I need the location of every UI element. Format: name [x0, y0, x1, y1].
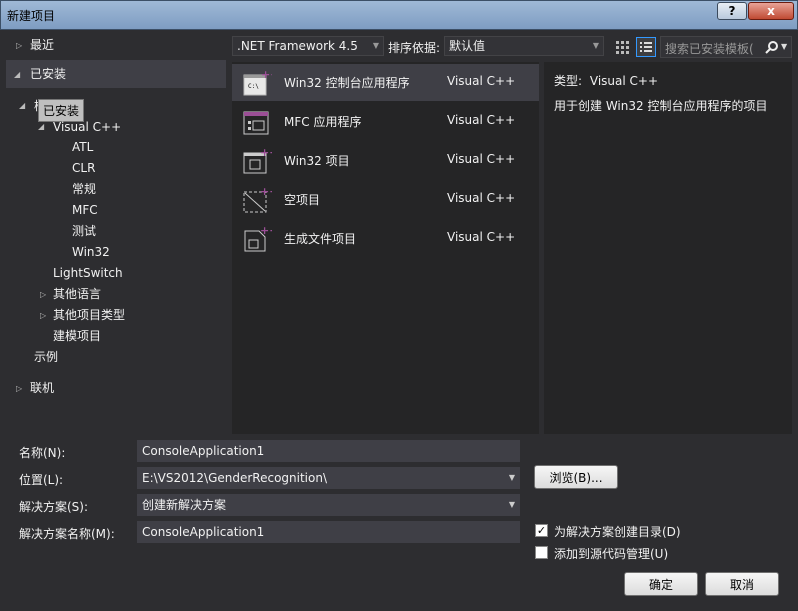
collapse-arrow-icon[interactable]: ◢ — [38, 122, 44, 131]
tree-item-other-project-types[interactable]: 其他项目类型 — [53, 305, 125, 325]
tree-item-online[interactable]: 联机 — [30, 378, 54, 398]
empty-project-icon: ++ — [243, 185, 272, 213]
svg-text:++: ++ — [261, 68, 272, 81]
template-row[interactable]: ++ 生成文件项目 Visual C++ — [232, 220, 539, 257]
tree-item-modeling-projects[interactable]: 建模项目 — [53, 326, 101, 346]
template-name: 生成文件项目 — [284, 232, 357, 246]
collapse-arrow-icon[interactable]: ◢ — [19, 101, 25, 110]
svg-text:++: ++ — [260, 185, 272, 198]
sort-value: 默认值 — [449, 39, 486, 53]
list-icon — [640, 42, 652, 52]
tree-item-recent[interactable]: 最近 — [30, 35, 54, 55]
mfc-app-icon — [243, 111, 269, 135]
tree-item-win32[interactable]: Win32 — [72, 242, 110, 262]
list-view-button[interactable] — [636, 37, 656, 57]
template-language: Visual C++ — [447, 230, 516, 244]
tree-item-installed[interactable]: 已安装 — [30, 64, 66, 84]
chevron-down-icon: ▼ — [372, 41, 379, 50]
solution-name-field[interactable]: ConsoleApplication1 — [137, 521, 520, 543]
tree-item-visual-cpp[interactable]: Visual C++ — [53, 117, 121, 137]
dialog-body: ▷ 最近 ◢ 已安装 ◢ 模板 已安装 ◢ Visual C++ ATL CLR… — [6, 30, 792, 605]
tree-item-lightswitch[interactable]: LightSwitch — [53, 263, 123, 283]
framework-select[interactable]: .NET Framework 4.5 ▼ — [232, 36, 384, 56]
expand-arrow-icon[interactable]: ▷ — [40, 311, 46, 320]
create-directory-checkbox[interactable]: ✓ — [535, 524, 548, 537]
chevron-down-icon[interactable]: ▼ — [509, 495, 515, 515]
window-title: 新建项目 — [7, 9, 56, 23]
template-language: Visual C++ — [447, 74, 516, 88]
tree-item-atl[interactable]: ATL — [72, 137, 93, 157]
chevron-down-icon[interactable]: ▼ — [509, 468, 515, 488]
location-label: 位置(L): — [19, 473, 64, 487]
template-type: 类型: Visual C++ — [554, 72, 658, 89]
location-value: E:\VS2012\GenderRecognition\ — [142, 471, 328, 485]
template-row[interactable]: ++ Win32 项目 Visual C++ — [232, 142, 539, 179]
svg-text:++: ++ — [260, 146, 272, 159]
framework-value: .NET Framework 4.5 — [237, 39, 358, 53]
help-button[interactable]: ? — [717, 2, 747, 20]
title-bar: 新建项目 ? x — [0, 0, 798, 30]
tree-item-mfc[interactable]: MFC — [72, 200, 98, 220]
template-name: Win32 控制台应用程序 — [284, 76, 410, 90]
svg-text:C:\: C:\ — [248, 83, 259, 90]
makefile-project-icon: ++ — [244, 224, 272, 252]
tree-item-test[interactable]: 测试 — [72, 221, 96, 241]
type-label: 类型: — [554, 74, 583, 88]
name-label: 名称(N): — [19, 446, 66, 460]
category-tree: ▷ 最近 ◢ 已安装 ◢ 模板 已安装 ◢ Visual C++ ATL CLR… — [6, 30, 228, 432]
add-source-control-checkbox[interactable] — [535, 546, 548, 559]
template-toolbar: .NET Framework 4.5 ▼ 排序依据: 默认值 ▼ 搜索已安装模板… — [232, 36, 792, 58]
sort-select[interactable]: 默认值 ▼ — [444, 36, 604, 56]
tree-item-general[interactable]: 常规 — [72, 179, 96, 199]
type-value: Visual C++ — [589, 74, 659, 88]
browse-button[interactable]: 浏览(B)... — [534, 465, 618, 489]
search-input[interactable]: 搜索已安装模板( — [665, 40, 754, 57]
solution-label: 解决方案(S): — [19, 500, 89, 514]
tree-item-clr[interactable]: CLR — [72, 158, 95, 178]
chevron-down-icon: ▼ — [592, 41, 599, 50]
template-description: 用于创建 Win32 控制台应用程序的项目 — [554, 99, 768, 113]
template-row[interactable]: MFC 应用程序 Visual C++ — [232, 103, 539, 140]
chevron-down-icon[interactable]: ▼ — [781, 42, 787, 51]
expand-arrow-icon[interactable]: ▷ — [16, 41, 22, 50]
grid-icon — [616, 41, 629, 54]
search-icon[interactable] — [765, 40, 779, 54]
solution-value: 创建新解决方案 — [142, 498, 227, 512]
sort-label: 排序依据: — [388, 41, 441, 55]
template-info-panel: 类型: Visual C++ 用于创建 Win32 控制台应用程序的项目 — [544, 62, 792, 434]
template-language: Visual C++ — [447, 191, 516, 205]
win32-project-icon: ++ — [243, 146, 272, 174]
add-source-control-label[interactable]: 添加到源代码管理(U) — [554, 545, 668, 562]
template-name: Win32 项目 — [284, 154, 350, 168]
template-name: MFC 应用程序 — [284, 115, 362, 129]
expand-arrow-icon[interactable]: ▷ — [40, 290, 46, 299]
template-row[interactable]: C:\ ++ Win32 控制台应用程序 Visual C++ — [232, 64, 539, 101]
small-icons-view-button[interactable] — [612, 37, 632, 57]
template-row[interactable]: ++ 空项目 Visual C++ — [232, 181, 539, 218]
create-directory-label[interactable]: 为解决方案创建目录(D) — [554, 523, 681, 540]
template-list: C:\ ++ Win32 控制台应用程序 Visual C++ MFC 应用程序… — [232, 62, 539, 434]
template-language: Visual C++ — [447, 152, 516, 166]
tree-item-samples[interactable]: 示例 — [34, 347, 58, 367]
ok-button[interactable]: 确定 — [624, 572, 698, 596]
svg-text:++: ++ — [260, 224, 272, 237]
tree-item-other-languages[interactable]: 其他语言 — [53, 284, 101, 304]
collapse-arrow-icon[interactable]: ◢ — [14, 70, 20, 79]
search-box[interactable]: 搜索已安装模板( ▼ — [660, 36, 792, 58]
solution-select[interactable]: 创建新解决方案 ▼ — [137, 494, 520, 516]
project-name-field[interactable]: ConsoleApplication1 — [137, 440, 520, 462]
expand-arrow-icon[interactable]: ▷ — [16, 384, 22, 393]
console-app-icon: C:\ ++ — [243, 68, 272, 96]
template-name: 空项目 — [284, 193, 321, 207]
location-field[interactable]: E:\VS2012\GenderRecognition\ ▼ — [137, 467, 520, 489]
solution-name-label: 解决方案名称(M): — [19, 527, 115, 541]
cancel-button[interactable]: 取消 — [705, 572, 779, 596]
close-button[interactable]: x — [748, 2, 794, 20]
template-language: Visual C++ — [447, 113, 516, 127]
